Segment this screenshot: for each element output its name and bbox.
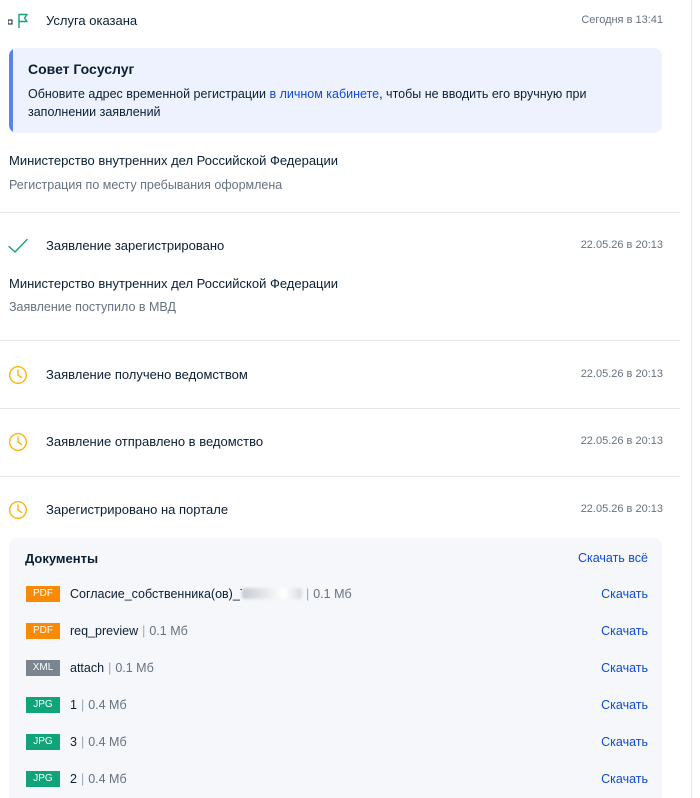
separator: | (80, 735, 85, 749)
separator: | (80, 698, 85, 712)
document-row: JPG 1 | 0.4 Мб Скачать (9, 695, 662, 717)
divider (0, 212, 680, 213)
document-size: 0.4 Мб (88, 698, 127, 712)
registered-org: Министерство внутренних дел Российской Ф… (9, 276, 339, 291)
separator: | (142, 624, 146, 638)
divider (0, 340, 680, 341)
document-filename: Согласие_собственника(ов)_74 (70, 587, 242, 601)
document-row: JPG 2 | 0.4 Мб Скачать (9, 769, 662, 791)
documents-panel: Документы Скачать всё PDF Согласие_собст… (9, 538, 662, 798)
event-time: 22.05.26 в 20:13 (580, 368, 663, 380)
tip-text: Обновите адрес временной регистрации в л… (28, 85, 650, 121)
separator: | (80, 772, 85, 786)
event-time: 22.05.26 в 20:13 (580, 503, 663, 515)
event-title: Заявление отправлено в ведомство (46, 434, 264, 449)
event-time: Сегодня в 13:41 (581, 14, 663, 26)
registered-status: Заявление поступило в МВД (9, 300, 176, 314)
documents-title: Документы (25, 551, 99, 566)
document-row: PDF Согласие_собственника(ов)_74 | 0.1 Мб … (9, 584, 662, 606)
tip-title: Совет Госуслуг (28, 61, 135, 77)
download-link[interactable]: Скачать (601, 661, 648, 675)
event-header: Заявление отправлено в ведомство 22.05.2… (0, 430, 680, 454)
xml-icon: XML (26, 660, 60, 676)
document-row: JPG 3 | 0.4 Мб Скачать (9, 732, 662, 754)
event-header: Заявление получено ведомством 22.05.26 в… (0, 363, 680, 387)
result-status: Регистрация по месту пребывания оформлен… (9, 178, 283, 192)
document-filename: req_preview (70, 624, 139, 638)
document-size: 0.4 Мб (88, 772, 127, 786)
event-time: 22.05.26 в 20:13 (580, 239, 663, 251)
event-title: Услуга оказана (46, 13, 138, 28)
check-icon (8, 238, 28, 253)
redacted-blur (242, 588, 302, 599)
document-size: 0.1 Мб (115, 661, 154, 675)
page-right-border (691, 0, 692, 798)
clock-icon (8, 500, 28, 520)
download-all-link[interactable]: Скачать всё (578, 551, 648, 565)
document-size: 0.1 Мб (149, 624, 188, 638)
document-filename: attach (70, 661, 105, 675)
flag-icon (8, 13, 28, 28)
download-link[interactable]: Скачать (601, 735, 648, 749)
separator: | (306, 587, 310, 601)
event-header: Заявление зарегистрировано 22.05.26 в 20… (0, 234, 680, 258)
document-size: 0.1 Мб (313, 587, 352, 601)
document-name[interactable]: 1 | 0.4 Мб (70, 698, 127, 712)
jpg-icon: JPG (26, 697, 60, 713)
pdf-icon: PDF (26, 623, 60, 639)
download-link[interactable]: Скачать (601, 698, 648, 712)
event-title: Зарегистрировано на портале (46, 502, 229, 517)
event-header: Услуга оказана Сегодня в 13:41 (0, 9, 680, 33)
personal-account-link[interactable]: в личном кабинете (269, 87, 379, 101)
document-name[interactable]: attach | 0.1 Мб (70, 661, 154, 675)
event-title: Заявление зарегистрировано (46, 238, 225, 253)
result-org: Министерство внутренних дел Российской Ф… (9, 153, 339, 168)
download-link[interactable]: Скачать (601, 587, 648, 601)
jpg-icon: JPG (26, 771, 60, 787)
divider (0, 476, 680, 477)
event-title: Заявление получено ведомством (46, 367, 248, 382)
document-row: PDF req_preview | 0.1 Мб Скачать (9, 621, 662, 643)
gosuslugi-tip: Совет Госуслуг Обновите адрес временной … (9, 48, 662, 133)
tip-accent-bar (9, 48, 13, 133)
tip-text-before: Обновите адрес временной регистрации (28, 87, 270, 101)
document-filename: 2 (70, 772, 77, 786)
document-name[interactable]: req_preview | 0.1 Мб (70, 624, 188, 638)
divider (0, 408, 680, 409)
event-header: Зарегистрировано на портале 22.05.26 в 2… (0, 498, 680, 522)
document-name[interactable]: 2 | 0.4 Мб (70, 772, 127, 786)
clock-icon (8, 432, 28, 452)
document-row: XML attach | 0.1 Мб Скачать (9, 658, 662, 680)
document-name[interactable]: Согласие_собственника(ов)_74 | 0.1 Мб (70, 587, 352, 601)
separator: | (108, 661, 112, 675)
document-name[interactable]: 3 | 0.4 Мб (70, 735, 127, 749)
document-filename: 1 (70, 698, 77, 712)
download-link[interactable]: Скачать (601, 624, 648, 638)
jpg-icon: JPG (26, 734, 60, 750)
clock-icon (8, 365, 28, 385)
document-filename: 3 (70, 735, 77, 749)
event-time: 22.05.26 в 20:13 (580, 435, 663, 447)
download-link[interactable]: Скачать (601, 772, 648, 786)
pdf-icon: PDF (26, 586, 60, 602)
document-size: 0.4 Мб (88, 735, 127, 749)
